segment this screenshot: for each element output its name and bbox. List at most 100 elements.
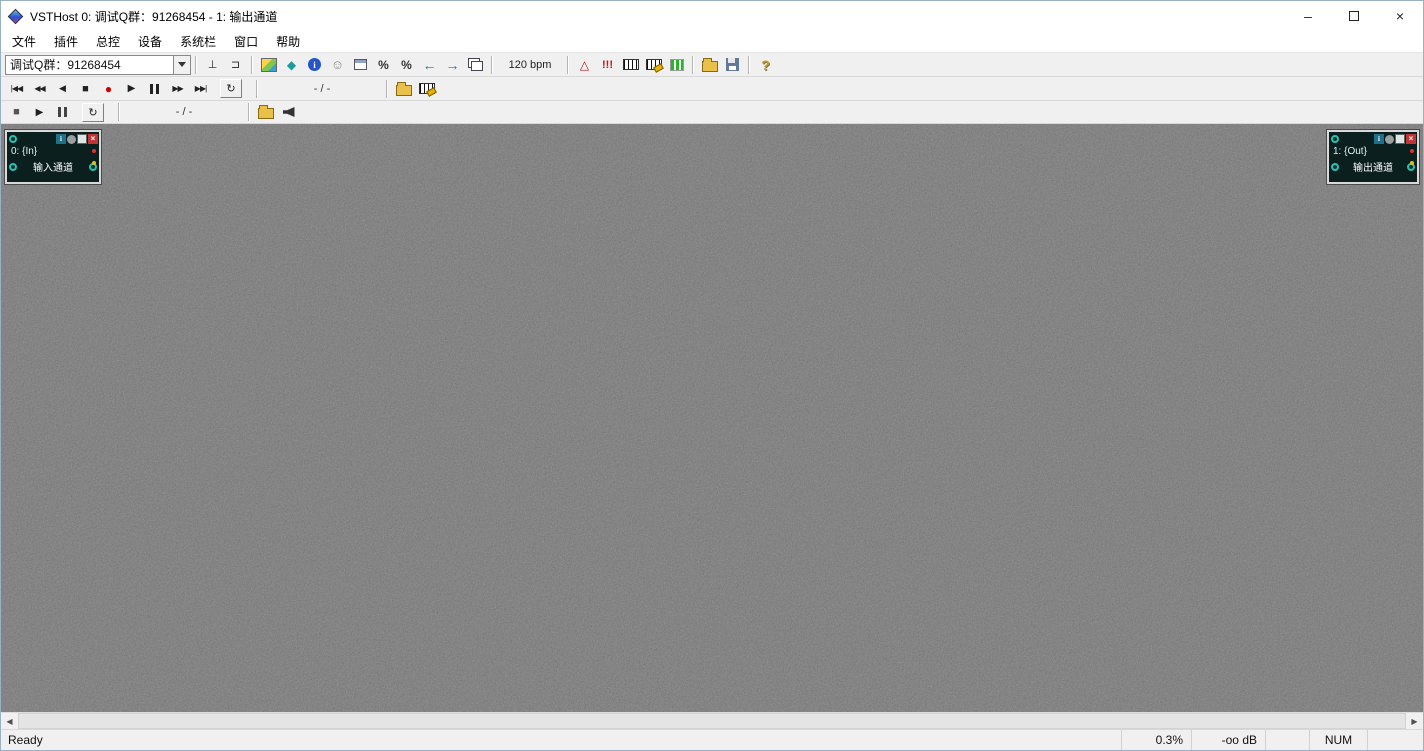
midi-pause-button[interactable] bbox=[143, 79, 166, 99]
menu-devices[interactable]: 设备 bbox=[129, 31, 171, 53]
chain-extract-button[interactable]: ⊐ bbox=[224, 55, 247, 75]
status-num-lock: NUM bbox=[1309, 730, 1367, 750]
midi-rewind-button[interactable]: ◀◀ bbox=[28, 79, 51, 99]
midi-keyboard-edit-button[interactable] bbox=[642, 55, 665, 75]
maximize-button[interactable] bbox=[1331, 1, 1377, 31]
plugin-led-red bbox=[1410, 149, 1414, 153]
plugin-bypass-icon[interactable] bbox=[1385, 135, 1394, 144]
combo-dropdown-button[interactable] bbox=[173, 56, 190, 74]
midi-open-file-button[interactable] bbox=[392, 79, 415, 99]
plugin-knob-icon[interactable] bbox=[1331, 135, 1339, 143]
open-folder-icon bbox=[258, 108, 274, 119]
arrow-right-icon: → bbox=[446, 57, 460, 73]
plugin-header: i × bbox=[1329, 132, 1417, 145]
loop-icon: ↻ bbox=[226, 82, 235, 95]
midi-record-button[interactable]: ● bbox=[97, 79, 120, 99]
new-plugin-button[interactable]: ◆ bbox=[280, 55, 303, 75]
midi-step-back-button[interactable]: ◀ bbox=[51, 79, 74, 99]
save-file-button[interactable] bbox=[721, 55, 744, 75]
menu-plugins[interactable]: 插件 bbox=[45, 31, 87, 53]
metronome-button[interactable]: △ bbox=[573, 55, 596, 75]
scrollbar-track[interactable] bbox=[18, 713, 1406, 729]
wave-output-button[interactable] bbox=[277, 102, 300, 122]
level-meter-button[interactable] bbox=[665, 55, 688, 75]
save-bank-button[interactable]: % bbox=[395, 55, 418, 75]
plugin-edit-icon[interactable] bbox=[1395, 134, 1405, 144]
close-button[interactable]: × bbox=[1377, 1, 1423, 31]
plugin-window-input[interactable]: i × 0: {In} 输入通道 bbox=[5, 130, 101, 184]
plugin-close-icon[interactable]: × bbox=[88, 134, 98, 144]
midi-loop-button[interactable]: ↻ bbox=[220, 79, 242, 98]
midi-ffwd-button[interactable]: ▶▶ bbox=[166, 79, 189, 99]
wave-stop-button[interactable]: ■ bbox=[5, 102, 28, 122]
toolbar-separator bbox=[118, 103, 120, 121]
menu-systembar[interactable]: 系统栏 bbox=[171, 31, 225, 53]
menu-master[interactable]: 总控 bbox=[87, 31, 129, 53]
workspace[interactable]: i × 0: {In} 输入通道 i × bbox=[1, 124, 1423, 712]
bpm-display[interactable]: 120 bpm bbox=[497, 55, 563, 75]
midi-to-end-button[interactable]: ▶▶| bbox=[189, 79, 212, 99]
plugin-smiley-button[interactable]: ☺ bbox=[326, 55, 349, 75]
wave-open-file-button[interactable] bbox=[254, 102, 277, 122]
plugin-title: 0: {In} bbox=[7, 145, 99, 159]
info-icon: i bbox=[308, 58, 321, 71]
plugin-led-yellow bbox=[1410, 161, 1414, 165]
menu-file[interactable]: 文件 bbox=[3, 31, 45, 53]
next-program-button[interactable]: → bbox=[441, 55, 464, 75]
midi-to-start-button[interactable]: |◀◀ bbox=[5, 79, 28, 99]
scrollbar-thumb[interactable] bbox=[18, 713, 1406, 729]
plugin-edit-icon[interactable] bbox=[77, 134, 87, 144]
scroll-left-arrow[interactable]: ◀ bbox=[1, 713, 18, 730]
help-button[interactable]: ? bbox=[754, 55, 777, 75]
open-folder-icon bbox=[702, 61, 718, 72]
midi-file-edit-button[interactable] bbox=[415, 79, 438, 99]
plugin-footer: 输出通道 bbox=[1329, 159, 1417, 174]
app-logo-icon[interactable] bbox=[8, 8, 24, 24]
open-file-button[interactable] bbox=[698, 55, 721, 75]
windows-icon bbox=[468, 58, 483, 71]
status-cpu-load: 0.3% bbox=[1121, 730, 1191, 750]
plugin-info-icon[interactable]: i bbox=[1374, 134, 1384, 144]
engine-button[interactable] bbox=[257, 55, 280, 75]
plugin-info-icon[interactable]: i bbox=[56, 134, 66, 144]
plugin-info-button[interactable]: i bbox=[303, 55, 326, 75]
plugin-knob-icon[interactable] bbox=[1331, 163, 1339, 171]
plugin-knob-icon[interactable] bbox=[9, 163, 17, 171]
menubar: 文件 插件 总控 设备 系统栏 窗口 帮助 bbox=[1, 31, 1423, 53]
statusbar: Ready 0.3% -oo dB NUM bbox=[1, 729, 1423, 750]
loop-icon: ↻ bbox=[88, 106, 97, 119]
plugin-knob-icon[interactable] bbox=[9, 135, 17, 143]
load-bank-button[interactable]: % bbox=[372, 55, 395, 75]
toolbar-separator bbox=[692, 56, 694, 74]
prev-program-button[interactable]: ← bbox=[418, 55, 441, 75]
toolbar-separator bbox=[248, 103, 250, 121]
wave-pause-button[interactable] bbox=[51, 102, 74, 122]
midi-transport-toolbar: |◀◀ ◀◀ ◀ ■ ● ▶ ▶▶ ▶▶| ↻ - / - bbox=[1, 77, 1423, 101]
toolbar-separator bbox=[491, 56, 493, 74]
minimize-button[interactable]: – bbox=[1285, 1, 1331, 31]
plugin-properties-button[interactable] bbox=[349, 55, 372, 75]
midi-stop-button[interactable]: ■ bbox=[74, 79, 97, 99]
midi-keyboard-button[interactable] bbox=[619, 55, 642, 75]
menu-help[interactable]: 帮助 bbox=[267, 31, 309, 53]
plugin-close-icon[interactable]: × bbox=[1406, 134, 1416, 144]
arrange-windows-button[interactable] bbox=[464, 55, 487, 75]
properties-icon bbox=[354, 59, 367, 70]
menu-window[interactable]: 窗口 bbox=[225, 31, 267, 53]
midi-play-button[interactable]: ▶ bbox=[120, 79, 143, 99]
wave-loop-button[interactable]: ↻ bbox=[82, 103, 104, 122]
scroll-right-arrow[interactable]: ▶ bbox=[1406, 713, 1423, 730]
midi-panic-button[interactable]: !!! bbox=[596, 55, 619, 75]
status-ready-text: Ready bbox=[1, 733, 1121, 747]
chain-select-combo[interactable]: 调试Q群：91268454 bbox=[5, 55, 191, 75]
chain-insert-button[interactable]: ⊥ bbox=[201, 55, 224, 75]
horizontal-scrollbar[interactable]: ◀ ▶ bbox=[1, 712, 1423, 729]
plugin-window-output[interactable]: i × 1: {Out} 输出通道 bbox=[1327, 130, 1419, 184]
pause-icon bbox=[150, 84, 159, 94]
plugin-diamond-icon: ◆ bbox=[287, 58, 296, 72]
smiley-icon: ☺ bbox=[331, 57, 344, 72]
plugin-bypass-icon[interactable] bbox=[67, 135, 76, 144]
maximize-icon bbox=[1349, 11, 1359, 21]
wave-play-button[interactable]: ▶ bbox=[28, 102, 51, 122]
open-folder-icon bbox=[396, 85, 412, 96]
